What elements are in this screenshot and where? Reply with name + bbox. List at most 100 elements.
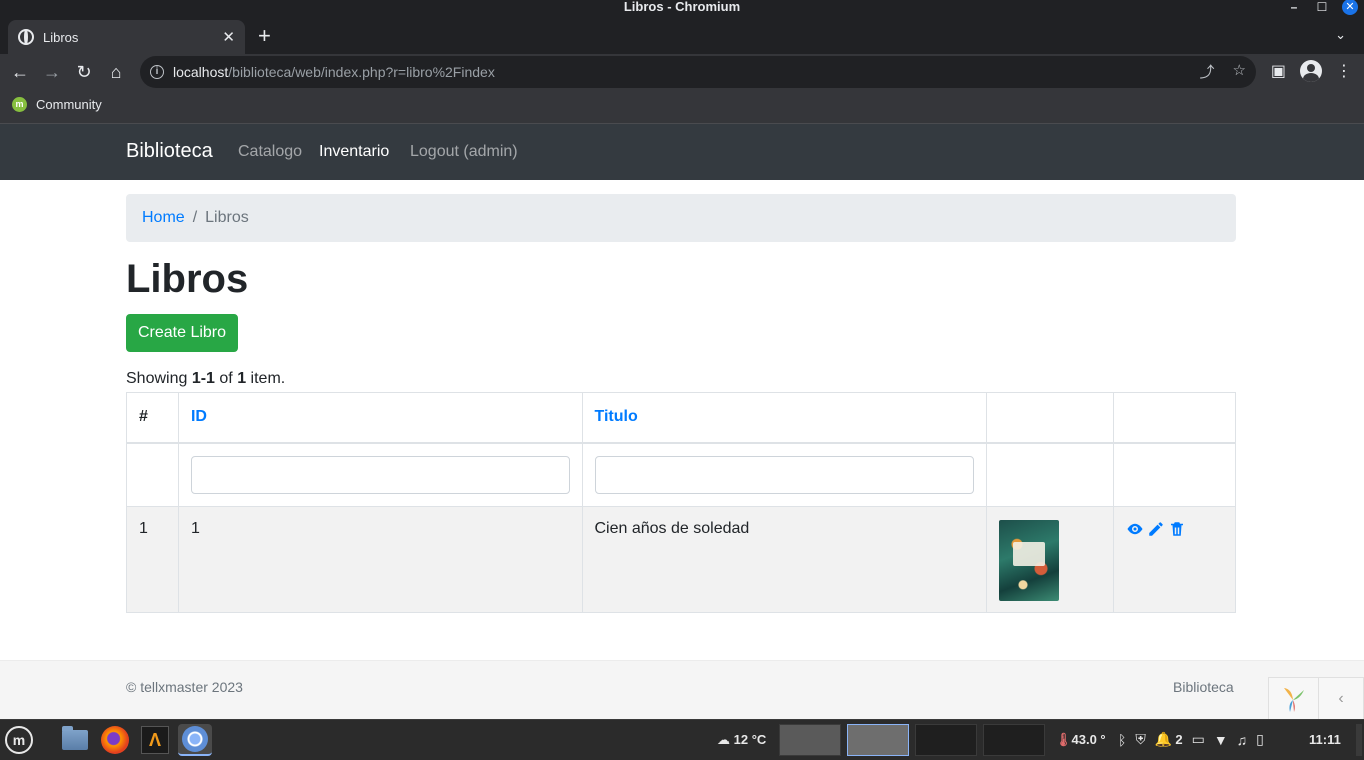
create-libro-button[interactable]: Create Libro (126, 314, 238, 352)
side-panel-icon[interactable]: ▣ (1271, 61, 1286, 81)
wifi-icon[interactable]: ▼ (1214, 732, 1228, 748)
debug-collapse-chevron-icon[interactable]: ‹ (1317, 678, 1363, 720)
view-eye-icon[interactable] (1126, 520, 1144, 538)
address-bar[interactable]: i localhost /biblioteca/web/index.php?r=… (140, 56, 1256, 88)
workspace-3[interactable] (915, 724, 977, 756)
footer-copyright: © tellxmaster 2023 (126, 679, 243, 695)
filter-cell-titulo (581, 442, 988, 507)
summary-total: 1 (237, 370, 247, 387)
info-icon[interactable]: i (150, 65, 164, 79)
chromium-icon (182, 726, 208, 752)
bookmark-star-icon[interactable]: ☆ (1233, 61, 1246, 82)
system-tray: ᛒ ⛨ 🔔 2 ▭ ▼ ♫ ▯ (1118, 731, 1264, 748)
book-cover-image (999, 520, 1060, 601)
temperature-text: 43.0 ° (1071, 732, 1106, 747)
arduino-icon: Λ (141, 726, 169, 754)
column-header-id: ID (177, 392, 583, 444)
filter-titulo-input[interactable] (594, 455, 975, 494)
filter-cell-id (177, 442, 583, 507)
tab-close-icon[interactable]: ✕ (222, 28, 235, 46)
kebab-menu-icon[interactable]: ⋮ (1336, 61, 1352, 81)
new-tab-icon[interactable]: + (258, 24, 271, 48)
window-titlebar: Libros - Chromium – ☐ ✕ (0, 0, 1364, 18)
tab-title: Libros (43, 29, 79, 45)
breadcrumb-home-link[interactable]: Home (142, 209, 185, 227)
arduino-app-button[interactable]: Λ (138, 724, 172, 756)
minimize-icon[interactable]: – (1286, 0, 1302, 14)
workspace-4[interactable] (983, 724, 1045, 756)
yii-logo-svg (1284, 688, 1305, 712)
start-menu-button[interactable]: m (2, 724, 36, 756)
toolbar-right: ▣ ⋮ (1271, 60, 1352, 82)
close-window-icon[interactable]: ✕ (1342, 0, 1358, 15)
cell-portada (986, 506, 1115, 613)
profile-avatar-icon[interactable] (1300, 60, 1322, 82)
cell-titulo: Cien años de soledad (581, 506, 988, 613)
window-controls: – ☐ ✕ (1286, 0, 1358, 15)
nav-link-catalogo[interactable]: Catalogo (238, 143, 302, 161)
cell-id: 1 (177, 506, 583, 613)
firefox-app-button[interactable] (98, 724, 132, 756)
column-header-index: # (126, 392, 179, 444)
url-host: localhost (173, 64, 229, 80)
cpu-temperature[interactable]: 🌡43.0 ° (1055, 732, 1106, 748)
clock[interactable]: 11:11 (1309, 732, 1341, 747)
home-icon[interactable]: ⌂ (104, 60, 128, 84)
workspace-2[interactable] (847, 724, 909, 756)
linux-mint-icon: m (12, 97, 27, 112)
bookmark-label: Community (36, 97, 102, 112)
notification-count: 2 (1175, 732, 1183, 747)
window-title: Libros - Chromium (623, 0, 741, 14)
globe-icon (18, 29, 34, 45)
files-app-button[interactable] (58, 724, 92, 756)
column-header-portada (986, 392, 1115, 444)
edit-pencil-icon[interactable] (1147, 520, 1165, 538)
music-note-icon[interactable]: ♫ (1237, 732, 1248, 748)
row-actions (1126, 520, 1223, 538)
page-title: Libros (126, 257, 249, 301)
yii-logo-icon[interactable] (1269, 678, 1318, 720)
linux-mint-menu-icon: m (5, 726, 33, 754)
filter-id-input[interactable] (190, 455, 570, 494)
navbar-brand[interactable]: Biblioteca (126, 140, 213, 163)
summary-range: 1-1 (191, 370, 215, 387)
bookmark-community[interactable]: m Community (12, 97, 102, 112)
grid-filter-row (126, 442, 1236, 507)
chevron-down-icon[interactable]: ⌄ (1335, 27, 1346, 43)
tab-strip: Libros ✕ + ⌄ (0, 18, 1364, 54)
workspace-1[interactable] (779, 724, 841, 756)
grid-summary: Showing 1-1 of 1 item. (126, 370, 285, 388)
chromium-app-button[interactable] (178, 724, 212, 756)
table-row: 1 1 Cien años de soledad (126, 506, 1236, 613)
reload-icon[interactable]: ↻ (72, 60, 96, 84)
thermometer-icon: 🌡 (1055, 732, 1072, 747)
share-icon[interactable]: ⤴ (1200, 61, 1215, 82)
delete-trash-icon[interactable] (1168, 520, 1186, 538)
bluetooth-icon[interactable]: ᛒ (1118, 732, 1126, 748)
web-page: Biblioteca Catalogo Inventario Logout (a… (0, 124, 1364, 721)
notifications-bell-icon[interactable]: 🔔 2 (1155, 731, 1183, 748)
cell-index: 1 (126, 506, 179, 613)
forward-icon[interactable]: → (40, 60, 64, 84)
show-desktop-button[interactable] (1356, 724, 1362, 756)
shield-icon[interactable]: ⛨ (1135, 731, 1146, 748)
back-icon[interactable]: ← (8, 60, 32, 84)
maximize-icon[interactable]: ☐ (1314, 0, 1330, 14)
summary-prefix: Showing (126, 370, 192, 387)
nav-link-inventario[interactable]: Inventario (319, 143, 389, 161)
nav-link-logout[interactable]: Logout (admin) (410, 143, 518, 161)
display-icon[interactable]: ▭ (1192, 731, 1205, 748)
summary-of: of (214, 370, 238, 387)
sort-id-link[interactable]: ID (191, 408, 207, 425)
column-header-actions (1113, 392, 1236, 444)
yii-debug-toolbar[interactable]: ‹ (1268, 677, 1364, 721)
sort-titulo-link[interactable]: Titulo (595, 408, 638, 425)
battery-icon[interactable]: ▯ (1256, 731, 1264, 748)
weather-indicator[interactable]: ☁ 12 °C (717, 732, 766, 748)
grid-header-row: # ID Titulo (126, 392, 1236, 444)
cloud-icon: ☁ (717, 732, 734, 747)
site-footer: © tellxmaster 2023 Biblioteca ‹ (0, 660, 1364, 721)
cell-actions (1113, 506, 1236, 613)
tab-libros[interactable]: Libros ✕ (8, 20, 245, 54)
breadcrumb-separator: / (192, 209, 198, 226)
